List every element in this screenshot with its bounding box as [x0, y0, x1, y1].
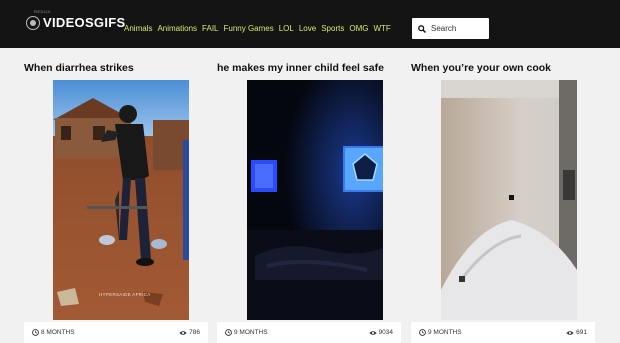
nav-link-animations[interactable]: Animations: [157, 24, 197, 33]
eye-icon: [368, 330, 377, 335]
card-views: 9034: [368, 329, 393, 336]
card-title[interactable]: When diarrhea strikes: [24, 62, 134, 74]
card-meta: 9 MONTHS 9034: [217, 322, 401, 343]
card-meta: 9 MONTHS 691: [411, 322, 595, 343]
video-thumbnail[interactable]: [247, 80, 383, 320]
category-nav: Animals Animations FAIL Funny Games LOL …: [124, 24, 391, 33]
card-views: 786: [179, 329, 200, 336]
video-thumbnail[interactable]: HYPERSAIDE AFRICA: [53, 80, 189, 320]
card-age-text: 8 MONTHS: [41, 329, 75, 336]
card-meta: 8 MONTHS 786: [24, 322, 208, 343]
nav-link-omg[interactable]: OMG: [349, 24, 368, 33]
card-age-text: 9 MONTHS: [234, 329, 268, 336]
nav-link-sports[interactable]: Sports: [321, 24, 344, 33]
top-navbar: VIDEOSGIFS REDUX Animals Animations FAIL…: [0, 0, 620, 48]
card-age: 9 MONTHS: [225, 329, 268, 336]
card-title[interactable]: he makes my inner child feel safe: [217, 62, 384, 74]
card-views-text: 691: [576, 329, 587, 336]
nav-link-funny-games[interactable]: Funny Games: [223, 24, 273, 33]
card-views-text: 9034: [378, 329, 393, 336]
card-age-text: 9 MONTHS: [428, 329, 462, 336]
nav-link-animals[interactable]: Animals: [124, 24, 152, 33]
nav-link-wtf[interactable]: WTF: [373, 24, 390, 33]
search-input[interactable]: [431, 24, 487, 33]
clock-icon: [32, 329, 39, 336]
card-age: 9 MONTHS: [419, 329, 462, 336]
card-views-text: 786: [189, 329, 200, 336]
clock-icon: [225, 329, 232, 336]
clock-icon: [419, 329, 426, 336]
video-watermark: HYPERSAIDE AFRICA: [99, 292, 151, 297]
card-title[interactable]: When you’re your own cook: [411, 62, 551, 74]
nav-link-lol[interactable]: LOL: [279, 24, 294, 33]
search-box[interactable]: [412, 18, 489, 39]
nav-link-love[interactable]: Love: [299, 24, 316, 33]
video-thumbnail[interactable]: [441, 80, 577, 320]
eye-icon: [566, 330, 574, 335]
card-views: 691: [566, 329, 587, 336]
card-age: 8 MONTHS: [32, 329, 75, 336]
logo-subtext: REDUX: [34, 9, 51, 14]
search-icon: [418, 24, 426, 33]
eye-icon: [179, 330, 187, 335]
site-logo[interactable]: VIDEOSGIFS: [26, 15, 125, 30]
logo-text: VIDEOSGIFS: [43, 15, 126, 30]
nav-link-fail[interactable]: FAIL: [202, 24, 218, 33]
logo-badge-icon: [26, 15, 40, 30]
